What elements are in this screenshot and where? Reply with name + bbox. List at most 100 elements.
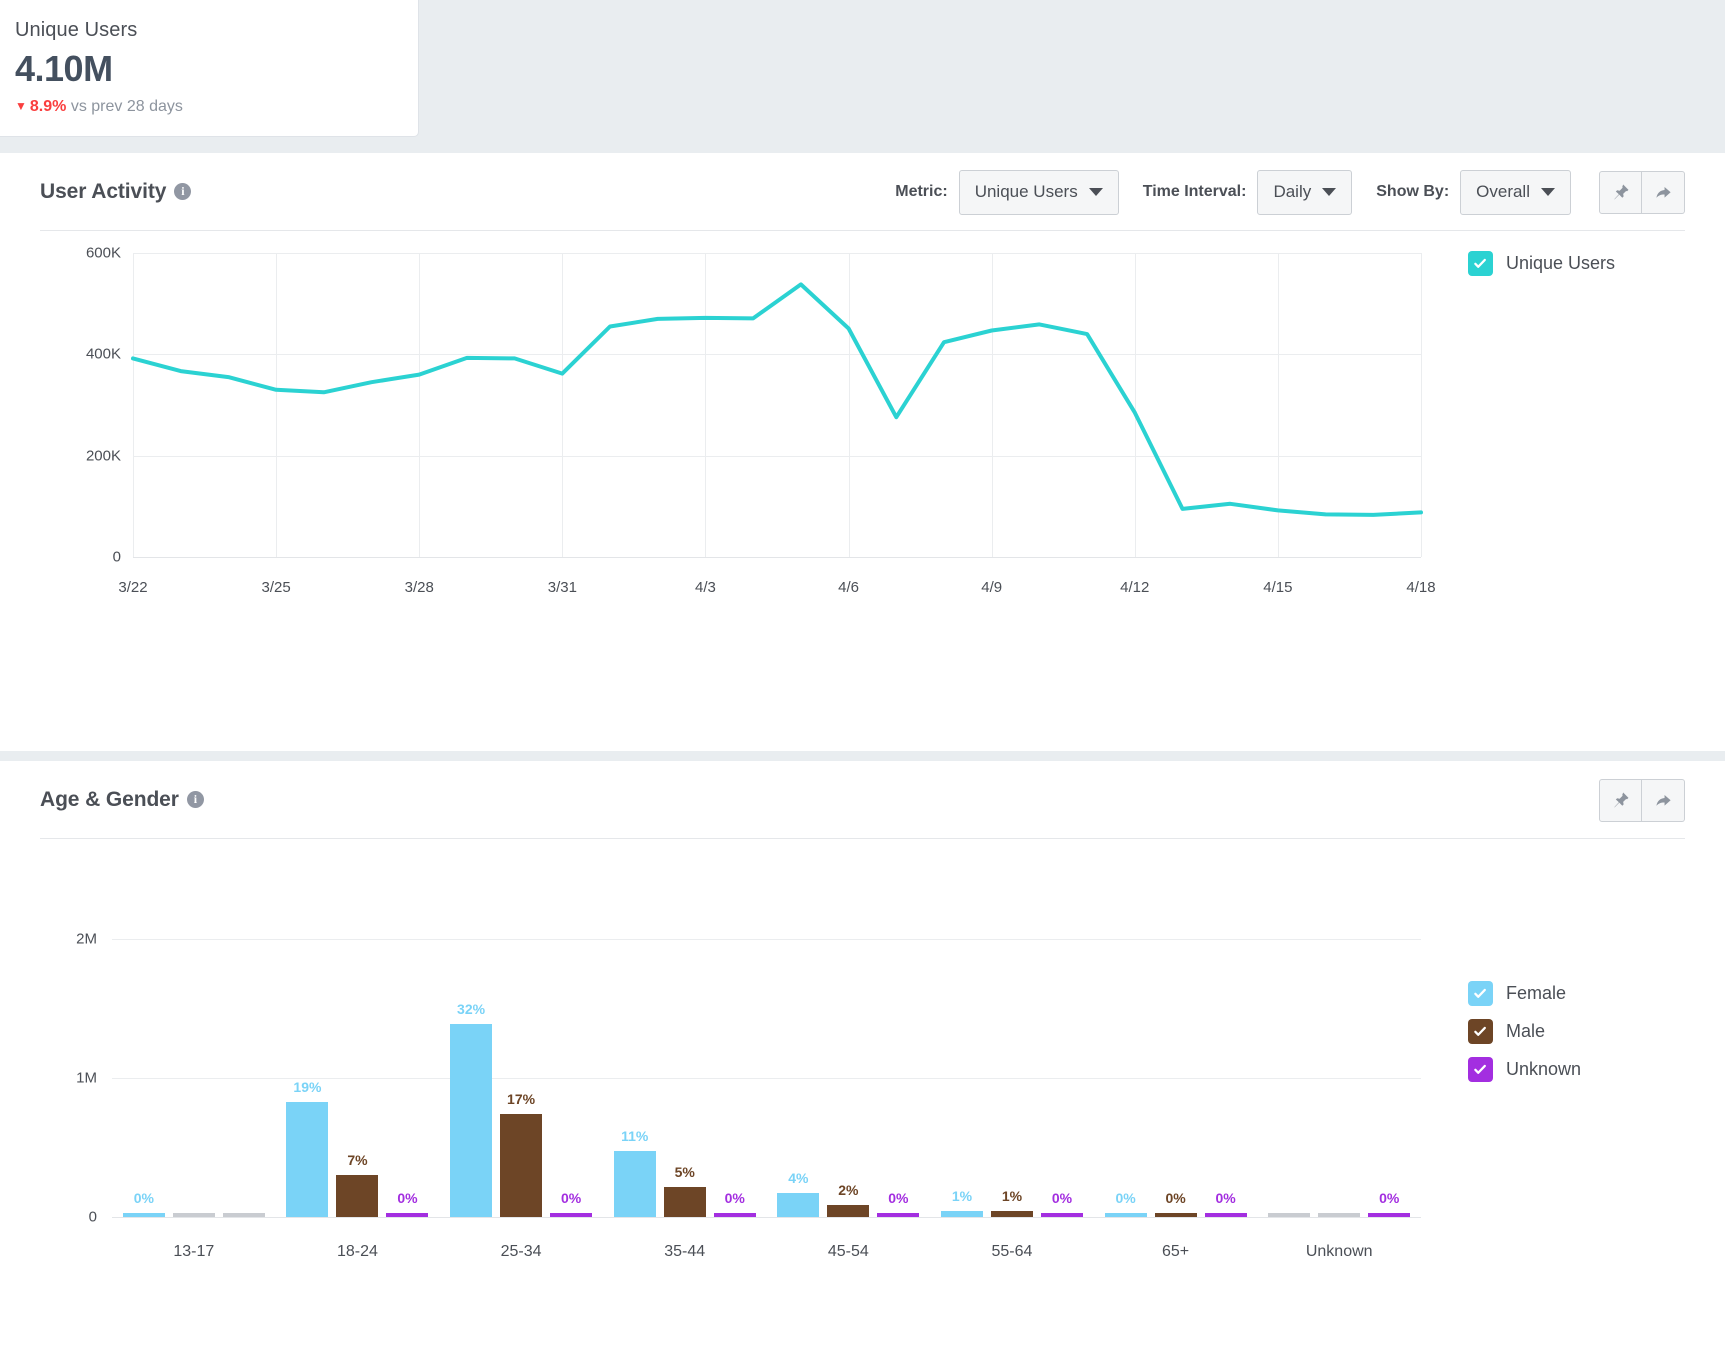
metric-label: Metric:: [895, 183, 947, 201]
bar-unknown-55-64[interactable]: [1041, 1213, 1083, 1217]
bar-value-label: 0%: [1165, 1190, 1185, 1206]
checkbox-checked-icon[interactable]: [1468, 981, 1493, 1006]
metric-dropdown-value: Unique Users: [975, 182, 1078, 202]
user-activity-chart[interactable]: 0200K400K600K 3/223/253/283/314/34/64/94…: [0, 231, 1725, 751]
x-axis-tick: 4/12: [1120, 579, 1149, 596]
user-activity-header: User Activity i Metric: Unique Users Time…: [0, 153, 1725, 231]
kpi-comparison-note: vs prev 28 days: [71, 98, 183, 115]
gridline: [112, 1217, 1421, 1218]
time-interval-dropdown[interactable]: Daily: [1257, 170, 1352, 215]
page-title: User Activity i: [40, 180, 191, 204]
age-gender-chart[interactable]: 01M2M 0%19%7%0%32%17%0%11%5%0%4%2%0%1%1%…: [0, 839, 1725, 1350]
bar-unknown-25-34[interactable]: [550, 1213, 592, 1217]
legend-series-item[interactable]: Unknown: [1468, 1057, 1581, 1082]
x-axis-tick: 4/18: [1406, 579, 1435, 596]
bar-female-55-64[interactable]: [941, 1211, 983, 1217]
trend-down-icon: ▼: [15, 99, 27, 113]
kpi-change-percent: 8.9%: [30, 98, 66, 115]
chevron-down-icon: [1322, 188, 1336, 196]
y-axis-tick: 1M: [0, 1070, 97, 1087]
line-series-unique-users: [0, 231, 1725, 751]
bar-female-25-34[interactable]: [450, 1024, 492, 1217]
x-axis-tick: 3/25: [262, 579, 291, 596]
x-axis-tick: 4/3: [695, 579, 716, 596]
user-activity-controls: Metric: Unique Users Time Interval: Dail…: [895, 170, 1685, 215]
bar-value-label: 11%: [621, 1128, 648, 1144]
pin-button[interactable]: [1599, 171, 1642, 214]
analytics-dashboard: Unique Users 4.10M ▼8.9% vs prev 28 days…: [0, 0, 1725, 1350]
kpi-strip: Unique Users 4.10M ▼8.9% vs prev 28 days: [0, 0, 1725, 153]
bar-value-label: 1%: [1002, 1188, 1022, 1204]
time-interval-label: Time Interval:: [1143, 183, 1247, 201]
bar-value-label: 0%: [1215, 1190, 1235, 1206]
share-button[interactable]: [1642, 779, 1685, 822]
x-axis-category-label: 35-44: [664, 1243, 705, 1261]
bar-unknown-45-54[interactable]: [877, 1213, 919, 1217]
bar-male-55-64[interactable]: [991, 1211, 1033, 1217]
bar-male-18-24[interactable]: [336, 1175, 378, 1217]
bar-value-label: 19%: [293, 1079, 321, 1095]
checkbox-checked-icon[interactable]: [1468, 251, 1493, 276]
bar-value-label: 0%: [725, 1190, 745, 1206]
bar-value-label: 0%: [1115, 1190, 1135, 1206]
legend-series-label: Female: [1506, 983, 1566, 1004]
bar-male-13-17[interactable]: [173, 1213, 215, 1217]
time-interval-dropdown-value: Daily: [1273, 182, 1311, 202]
bar-value-label: 17%: [507, 1091, 535, 1107]
bar-value-label: 0%: [397, 1190, 417, 1206]
age-gender-header: Age & Genderi: [0, 761, 1725, 839]
bar-unknown-18-24[interactable]: [386, 1213, 428, 1217]
bar-male-35-44[interactable]: [664, 1187, 706, 1217]
bar-unknown-65+[interactable]: [1205, 1213, 1247, 1217]
legend-series-item[interactable]: Male: [1468, 1019, 1581, 1044]
bar-female-45-54[interactable]: [777, 1193, 819, 1217]
x-axis-category-label: Unknown: [1306, 1243, 1373, 1261]
pin-icon: [1611, 791, 1630, 810]
info-icon[interactable]: i: [174, 183, 191, 200]
user-activity-title-text: User Activity: [40, 180, 166, 203]
share-icon: [1654, 183, 1673, 202]
bar-value-label: 0%: [1052, 1190, 1072, 1206]
checkbox-checked-icon[interactable]: [1468, 1019, 1493, 1044]
x-axis-category-label: 45-54: [828, 1243, 869, 1261]
y-axis-tick: 2M: [0, 931, 97, 948]
show-by-label: Show By:: [1376, 183, 1449, 201]
bar-female-13-17[interactable]: [123, 1213, 165, 1217]
bar-value-label: 0%: [561, 1190, 581, 1206]
bar-unknown-35-44[interactable]: [714, 1213, 756, 1217]
checkbox-checked-icon[interactable]: [1468, 1057, 1493, 1082]
bar-female-18-24[interactable]: [286, 1102, 328, 1217]
bar-value-label: 7%: [347, 1152, 367, 1168]
bar-value-label: 5%: [675, 1164, 695, 1180]
metric-dropdown[interactable]: Unique Users: [959, 170, 1119, 215]
share-icon: [1654, 791, 1673, 810]
show-by-dropdown[interactable]: Overall: [1460, 170, 1571, 215]
legend-series-label: Unknown: [1506, 1059, 1581, 1080]
x-axis-category-label: 65+: [1162, 1243, 1189, 1261]
bar-male-Unknown[interactable]: [1318, 1213, 1360, 1217]
bar-unknown-13-17[interactable]: [223, 1213, 265, 1217]
bar-value-label: 0%: [134, 1190, 154, 1206]
user-activity-legend: Unique Users: [1468, 251, 1615, 289]
bar-male-45-54[interactable]: [827, 1205, 869, 1217]
x-axis-tick: 4/9: [981, 579, 1002, 596]
bar-value-label: 32%: [457, 1001, 485, 1017]
legend-series-item[interactable]: Female: [1468, 981, 1581, 1006]
bar-unknown-Unknown[interactable]: [1368, 1213, 1410, 1217]
user-activity-panel: User Activity i Metric: Unique Users Time…: [0, 153, 1725, 751]
bar-male-25-34[interactable]: [500, 1114, 542, 1217]
kpi-value: 4.10M: [15, 48, 418, 90]
legend-series-label: Male: [1506, 1021, 1545, 1042]
share-button[interactable]: [1642, 171, 1685, 214]
unique-users-kpi-card[interactable]: Unique Users 4.10M ▼8.9% vs prev 28 days: [0, 0, 419, 137]
bar-value-label: 1%: [952, 1188, 972, 1204]
info-icon[interactable]: i: [187, 791, 204, 808]
bar-male-65+[interactable]: [1155, 1213, 1197, 1217]
bar-female-Unknown[interactable]: [1268, 1213, 1310, 1217]
legend-series-item[interactable]: Unique Users: [1468, 251, 1615, 276]
bar-female-65+[interactable]: [1105, 1213, 1147, 1217]
show-by-dropdown-value: Overall: [1476, 182, 1530, 202]
pin-button[interactable]: [1599, 779, 1642, 822]
bar-female-35-44[interactable]: [614, 1151, 656, 1217]
x-axis-category-label: 13-17: [173, 1243, 214, 1261]
